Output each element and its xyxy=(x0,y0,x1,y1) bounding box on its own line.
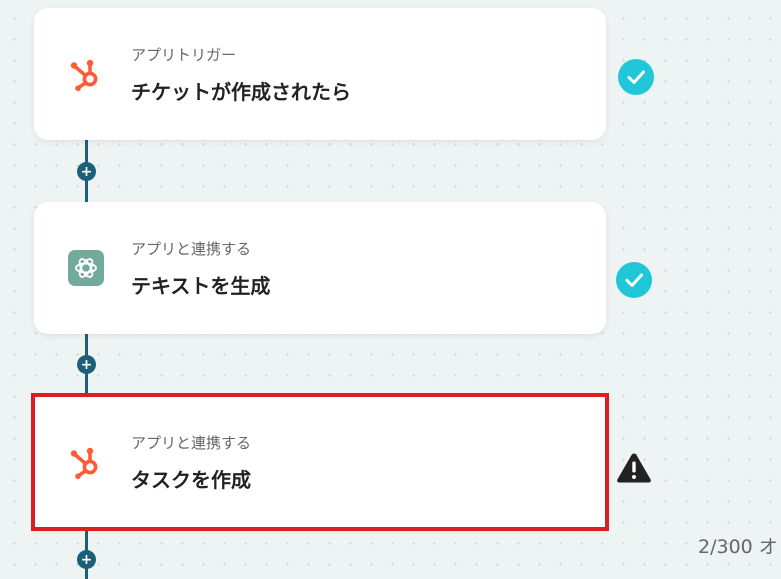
hubspot-icon xyxy=(68,56,104,92)
flow-step-card-1[interactable]: アプリトリガー チケットが作成されたら xyxy=(34,8,606,140)
check-icon xyxy=(618,59,654,99)
step-title: タスクを作成 xyxy=(131,468,251,492)
add-step-button[interactable]: + xyxy=(77,355,96,374)
warning-icon xyxy=(615,451,653,489)
add-step-button[interactable]: + xyxy=(77,550,96,569)
operation-count: 2/300 オ xyxy=(698,536,778,558)
step-type-label: アプリトリガー xyxy=(131,46,237,64)
step-title: チケットが作成されたら xyxy=(131,80,351,104)
hubspot-icon xyxy=(68,444,104,480)
chatgpt-icon xyxy=(68,250,104,286)
check-icon xyxy=(616,262,652,302)
flow-step-card-3[interactable]: アプリと連携する タスクを作成 xyxy=(31,393,609,531)
flow-step-card-2[interactable]: アプリと連携する テキストを生成 xyxy=(34,202,606,334)
add-step-button[interactable]: + xyxy=(77,162,96,181)
step-type-label: アプリと連携する xyxy=(131,240,252,258)
step-type-label: アプリと連携する xyxy=(131,434,252,452)
step-title: テキストを生成 xyxy=(131,274,271,298)
